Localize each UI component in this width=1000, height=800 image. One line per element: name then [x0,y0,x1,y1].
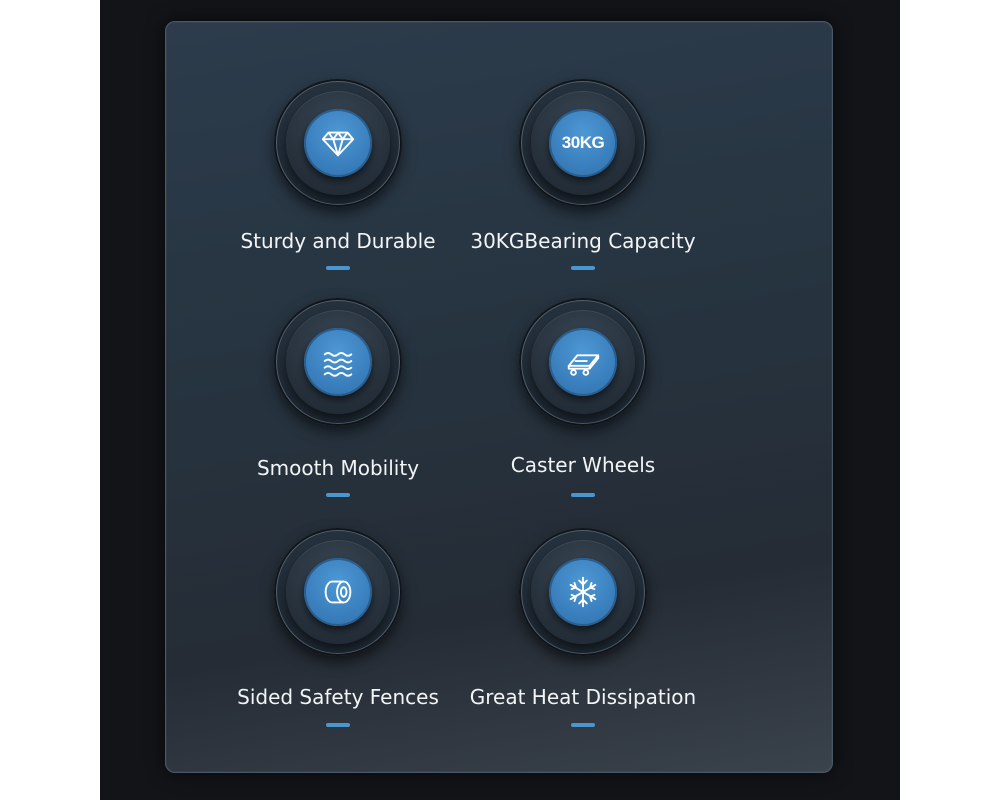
accent-dash [326,266,350,270]
waves-icon [304,328,372,396]
accent-dash [326,493,350,497]
feature-label: Caster Wheels [510,453,656,477]
feature-label: 30KGBearing Capacity [470,229,696,253]
accent-dash [571,266,595,270]
feature-caster-wheels: Caster Wheels [453,298,713,498]
feature-label: Sided Safety Fences [237,685,439,709]
icon-ring [274,528,402,656]
accent-dash [571,723,595,727]
features-panel: Sturdy and Durable 30KG 30KGBearing Capa… [165,21,833,773]
diamond-icon [304,109,372,177]
feature-heat-dissipation: Great Heat Dissipation [453,528,713,728]
feature-label: Great Heat Dissipation [469,685,697,709]
caster-wheels-icon [549,328,617,396]
accent-dash [326,723,350,727]
icon-ring [519,528,647,656]
weight-badge-icon: 30KG [549,109,617,177]
feature-bearing-capacity: 30KG 30KGBearing Capacity [453,79,713,279]
icon-ring [274,298,402,426]
icon-ring [274,79,402,207]
accent-dash [571,493,595,497]
icon-ring: 30KG [519,79,647,207]
feature-smooth-mobility: Smooth Mobility [208,298,468,498]
feature-label: Smooth Mobility [256,456,420,480]
feature-label: Sturdy and Durable [240,229,436,253]
snowflake-icon [549,558,617,626]
icon-ring [519,298,647,426]
cylinder-icon [304,558,372,626]
feature-safety-fences: Sided Safety Fences [208,528,468,728]
weight-badge-text: 30KG [561,133,605,152]
feature-sturdy-durable: Sturdy and Durable [208,79,468,279]
